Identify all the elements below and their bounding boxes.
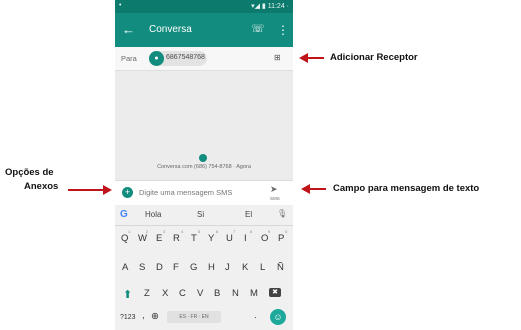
key-w[interactable]: W [138,233,147,244]
key-y-alt: 6 [216,229,219,234]
key-p[interactable]: P [278,233,284,244]
key-p-alt: 0 [285,229,288,234]
phone-call-icon[interactable]: ☏ [251,22,265,35]
more-options-icon[interactable]: ⋮ [277,23,289,37]
key-i-alt: 8 [250,229,253,234]
message-input[interactable]: Digite uma mensagem SMS [139,188,232,197]
send-icon[interactable]: ➤ [270,184,278,195]
keyboard: G Hola Si El 🎙 Q W E R T Y U I O P 1 2 3… [115,205,293,330]
key-w-alt: 2 [146,229,149,234]
key-j[interactable]: J [225,262,230,273]
to-label: Para [121,54,137,63]
notification-icon: • [119,2,122,9]
status-bar: • ▾◢ ▮ 11:24 · [115,0,293,13]
key-t-alt: 5 [198,229,201,234]
key-v[interactable]: V [197,288,203,299]
key-x[interactable]: X [162,288,168,299]
key-t[interactable]: T [191,233,197,244]
key-u-alt: 7 [233,229,236,234]
recipient-chip[interactable]: ● 6867548768 [149,51,207,66]
key-b[interactable]: B [214,288,220,299]
microphone-icon[interactable]: 🎙 [277,209,287,218]
key-o-alt: 9 [268,229,271,234]
text-field-arrow-line [309,188,326,190]
key-o[interactable]: O [261,233,268,244]
add-receiver-arrow-line [307,57,324,59]
space-bar[interactable]: ES · FR · EN [167,311,221,323]
key-q-alt: 1 [128,229,131,234]
key-q[interactable]: Q [121,233,128,244]
key-r[interactable]: R [173,233,180,244]
key-k[interactable]: K [242,262,248,273]
callout-add-receiver: Adicionar Receptor [330,52,418,63]
phone-screen: • ▾◢ ▮ 11:24 · ← Conversa ☏ ⋮ Para ● 686… [115,0,293,330]
callout-text-field: Campo para mensagem de texto [333,183,480,194]
compose-bar: + Digite uma mensagem SMS ➤ SMS [115,180,293,205]
suggestion-2[interactable]: Si [197,210,204,219]
key-l[interactable]: L [260,262,265,273]
suggestion-1[interactable]: Hola [145,210,161,219]
key-g[interactable]: G [190,262,197,273]
key-n-tilde[interactable]: Ñ [277,262,284,273]
key-u[interactable]: U [226,233,233,244]
key-d[interactable]: D [156,262,163,273]
attach-arrowhead [103,185,112,195]
conversation-area: Conversa com (686) 754-8768 · Agora [115,71,293,179]
attach-plus-icon[interactable]: + [122,187,133,198]
shift-icon[interactable]: ⬆ [123,288,132,301]
status-time: ▾◢ ▮ 11:24 · [251,3,289,10]
key-c[interactable]: C [179,288,186,299]
key-a[interactable]: A [122,262,128,273]
key-i[interactable]: I [244,233,247,244]
key-z[interactable]: Z [144,288,150,299]
send-sms-label: SMS [270,196,280,201]
key-h[interactable]: H [208,262,215,273]
suggestion-3[interactable]: El [245,210,252,219]
key-s[interactable]: S [139,262,145,273]
page-title: Conversa [149,24,192,35]
key-comma[interactable]: , [142,310,145,321]
callout-attach-line2: Anexos [24,181,59,192]
symbols-key[interactable]: ?123 [120,314,136,321]
back-arrow-icon[interactable]: ← [122,22,135,37]
key-e[interactable]: E [156,233,162,244]
add-recipient-icon[interactable]: ⊞ [274,53,281,62]
contact-dot-icon [199,154,207,162]
key-m[interactable]: M [250,288,258,299]
key-period[interactable]: . [254,310,257,321]
suggestion-strip: G Hola Si El 🎙 [115,205,293,226]
globe-icon[interactable]: ⊕ [151,311,159,322]
backspace-icon[interactable]: ✖ [269,288,281,297]
key-y[interactable]: Y [208,233,214,244]
key-n[interactable]: N [232,288,239,299]
google-icon[interactable]: G [120,209,128,220]
contact-avatar-icon: ● [149,51,164,66]
key-r-alt: 4 [181,229,184,234]
attach-arrow-line [68,189,104,191]
callout-attach-line1: Opções de [5,167,54,178]
conversation-info: Conversa com (686) 754-8768 · Agora [157,164,251,170]
recipient-number: 6867548768 [166,54,205,61]
emoji-enter-icon[interactable]: ☺ [270,309,286,325]
app-bar: ← Conversa ☏ ⋮ [115,13,293,47]
key-e-alt: 3 [163,229,166,234]
key-f[interactable]: F [173,262,179,273]
recipient-row: Para ● 6867548768 ⊞ [115,47,293,71]
